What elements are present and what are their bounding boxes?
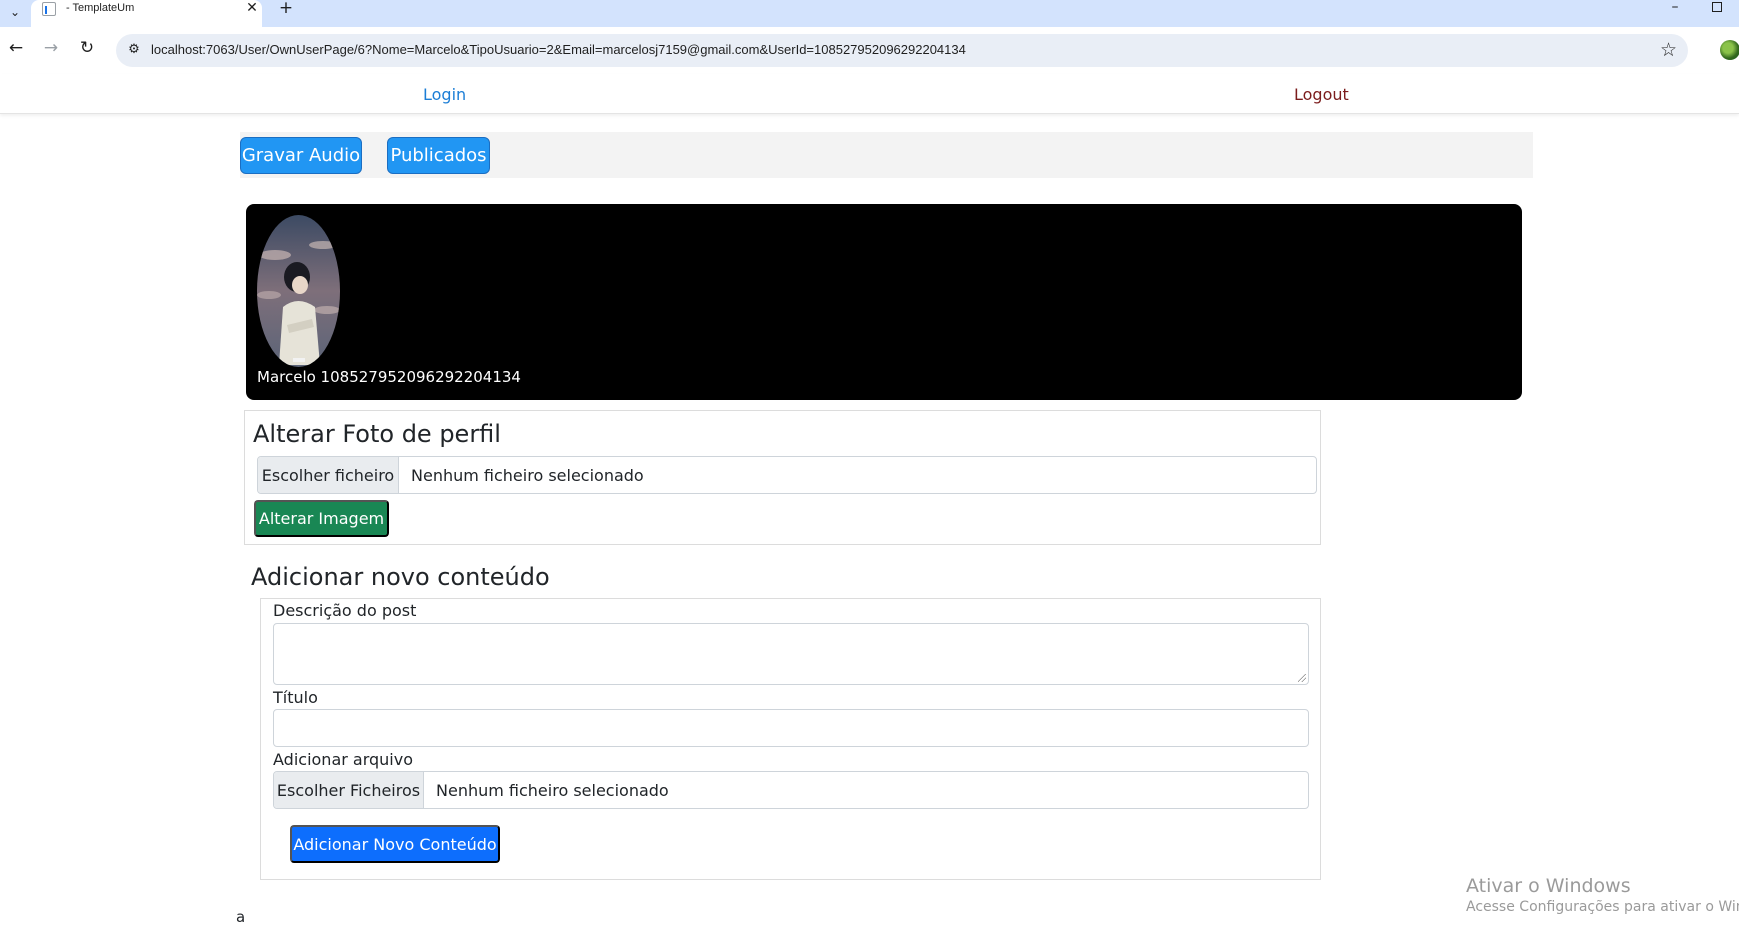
window-minimize-icon[interactable]: – xyxy=(1663,0,1687,16)
back-arrow-icon[interactable]: ← xyxy=(5,37,27,59)
browser-profile-avatar[interactable] xyxy=(1720,40,1739,60)
change-image-button[interactable]: Alterar Imagem xyxy=(254,500,389,537)
record-audio-button[interactable]: Gravar Audio xyxy=(240,137,362,174)
description-textarea[interactable] xyxy=(273,623,1309,685)
add-content-button[interactable]: Adicionar Novo Conteúdo xyxy=(290,825,500,863)
profile-name: Marcelo 108527952096292204134 xyxy=(257,368,521,386)
published-button[interactable]: Publicados xyxy=(387,137,490,174)
description-label: Descrição do post xyxy=(273,601,417,620)
watermark-title: Ativar o Windows xyxy=(1466,875,1631,897)
add-content-form: Descrição do post Título Adicionar arqui… xyxy=(260,598,1321,880)
change-photo-section: Alterar Foto de perfil Escolher ficheiro… xyxy=(244,410,1321,545)
browser-tab-strip: ⌄ - TemplateUm ✕ + – xyxy=(0,0,1739,27)
reload-icon[interactable]: ↻ xyxy=(76,37,98,59)
browser-tab[interactable]: - TemplateUm ✕ xyxy=(31,0,262,27)
login-link[interactable]: Login xyxy=(423,85,466,104)
page-favicon-icon xyxy=(42,2,56,16)
choose-files-button[interactable]: Escolher Ficheiros xyxy=(274,772,424,808)
content-file-input[interactable]: Escolher Ficheiros Nenhum ficheiro selec… xyxy=(273,771,1309,809)
content-file-status-text: Nenhum ficheiro selecionado xyxy=(436,780,669,800)
title-input[interactable] xyxy=(273,709,1309,747)
site-info-tune-icon[interactable]: ⚙ xyxy=(126,42,142,58)
title-label: Título xyxy=(273,688,318,707)
change-photo-title: Alterar Foto de perfil xyxy=(253,420,501,448)
window-maximize-icon[interactable] xyxy=(1712,2,1722,12)
site-navbar: Login Logout xyxy=(0,74,1739,114)
forward-arrow-icon[interactable]: → xyxy=(40,37,62,59)
file-label: Adicionar arquivo xyxy=(273,750,414,769)
footer-text: a xyxy=(236,908,246,926)
file-status-text: Nenhum ficheiro selecionado xyxy=(411,465,644,485)
avatar xyxy=(257,215,340,367)
profile-banner: Marcelo 108527952096292204134 xyxy=(246,204,1522,400)
bookmark-star-icon[interactable]: ☆ xyxy=(1660,38,1677,62)
tab-title: - TemplateUm xyxy=(66,2,135,14)
new-tab-plus-icon[interactable]: + xyxy=(276,0,296,17)
url-text[interactable]: localhost:7063/User/OwnUserPage/6?Nome=M… xyxy=(151,42,966,57)
tab-close-icon[interactable]: ✕ xyxy=(244,0,260,16)
profile-photo-file-input[interactable]: Escolher ficheiro Nenhum ficheiro seleci… xyxy=(257,456,1317,494)
address-bar[interactable]: ⚙ localhost:7063/User/OwnUserPage/6?Nome… xyxy=(116,34,1688,67)
avatar-illustration xyxy=(257,215,340,367)
add-content-title: Adicionar novo conteúdo xyxy=(251,563,550,591)
choose-file-button[interactable]: Escolher ficheiro xyxy=(258,457,399,493)
windows-activation-watermark: Ativar o Windows Acesse Configurações pa… xyxy=(1466,875,1739,917)
resize-grip-icon[interactable] xyxy=(1298,674,1306,682)
logout-link[interactable]: Logout xyxy=(1294,85,1349,104)
watermark-subtitle: Acesse Configurações para ativar o Windo… xyxy=(1466,899,1739,915)
tab-search-chevron-down-icon[interactable]: ⌄ xyxy=(4,1,26,23)
